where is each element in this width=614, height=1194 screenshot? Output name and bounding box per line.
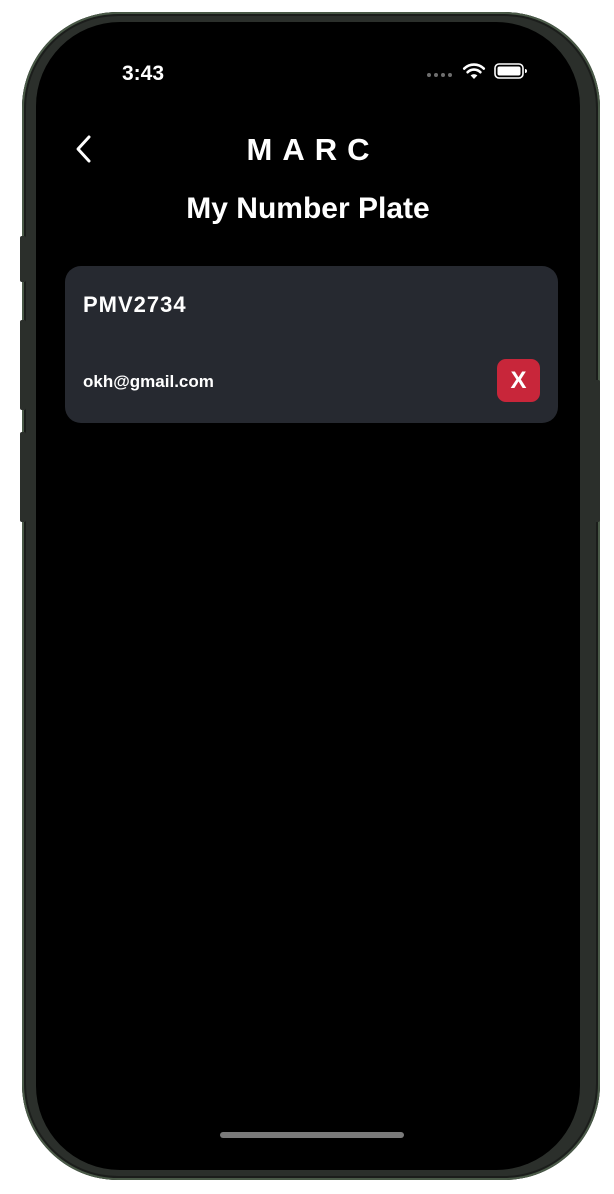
signal-dots-icon: [427, 73, 452, 77]
plate-email: okh@gmail.com: [83, 372, 214, 391]
volume-up-button: [20, 320, 26, 410]
plate-card: PMV2734 okh@gmail.com X: [65, 266, 558, 423]
wifi-icon: [462, 63, 486, 79]
power-button: [594, 380, 600, 522]
remove-plate-button[interactable]: X: [497, 359, 540, 402]
plate-number: PMV2734: [83, 292, 187, 317]
mute-switch: [20, 236, 26, 282]
screen: 3:43 MARC My Number Plate PMV2734 okh@gm…: [36, 22, 580, 1170]
battery-icon: [494, 63, 527, 79]
status-time: 3:43: [122, 62, 165, 85]
status-icons: [426, 62, 528, 80]
home-indicator[interactable]: [220, 1132, 404, 1138]
app-title: MARC: [246, 132, 380, 167]
page-title: My Number Plate: [186, 192, 430, 225]
volume-down-button: [20, 432, 26, 522]
